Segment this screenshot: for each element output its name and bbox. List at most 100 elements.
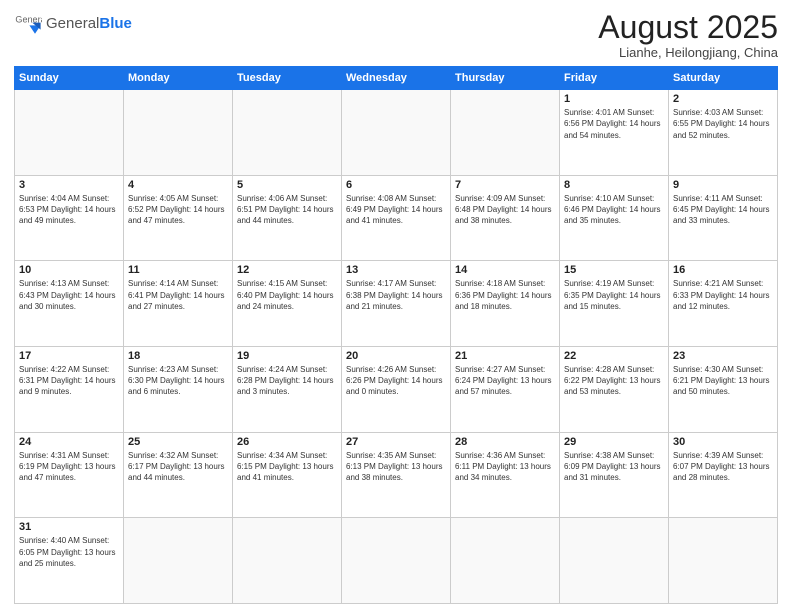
calendar-cell — [342, 518, 451, 604]
calendar-cell: 10 Sunrise: 4:13 AM Sunset: 6:43 PM Dayli… — [15, 261, 124, 347]
calendar-cell: 2Sunrise: 4:03 AM Sunset: 6:55 PM Daylig… — [669, 90, 778, 176]
page: General GeneralBlue August 2025 Lianhe, … — [0, 0, 792, 612]
day-number: 7 — [455, 179, 555, 191]
day-info: Sunrise: 4:08 AM Sunset: 6:49 PM Dayligh… — [346, 193, 446, 227]
calendar-cell: 13Sunrise: 4:17 AM Sunset: 6:38 PM Dayli… — [342, 261, 451, 347]
day-info: Sunrise: 4:06 AM Sunset: 6:51 PM Dayligh… — [237, 193, 337, 227]
day-number: 1 — [564, 93, 664, 105]
day-info: Sunrise: 4:19 AM Sunset: 6:35 PM Dayligh… — [564, 278, 664, 312]
day-info: Sunrise: 4:21 AM Sunset: 6:33 PM Dayligh… — [673, 278, 773, 312]
generalblue-logo-icon: General — [14, 10, 42, 38]
calendar-cell — [342, 90, 451, 176]
header-friday: Friday — [560, 67, 669, 90]
logo: General GeneralBlue — [14, 10, 132, 38]
calendar-cell: 4Sunrise: 4:05 AM Sunset: 6:52 PM Daylig… — [124, 175, 233, 261]
day-info: Sunrise: 4:40 AM Sunset: 6:05 PM Dayligh… — [19, 535, 119, 569]
day-number: 30 — [673, 436, 773, 448]
day-number: 25 — [128, 436, 228, 448]
calendar-cell: 25Sunrise: 4:32 AM Sunset: 6:17 PM Dayli… — [124, 432, 233, 518]
calendar-cell — [124, 90, 233, 176]
day-number: 29 — [564, 436, 664, 448]
day-info: Sunrise: 4:22 AM Sunset: 6:31 PM Dayligh… — [19, 364, 119, 398]
day-info: Sunrise: 4:34 AM Sunset: 6:15 PM Dayligh… — [237, 450, 337, 484]
calendar-cell: 14 Sunrise: 4:18 AM Sunset: 6:36 PM Dayli… — [451, 261, 560, 347]
day-info: Sunrise: 4:30 AM Sunset: 6:21 PM Dayligh… — [673, 364, 773, 398]
day-info: Sunrise: 4:24 AM Sunset: 6:28 PM Dayligh… — [237, 364, 337, 398]
day-number: 20 — [346, 350, 446, 362]
title-block: August 2025 Lianhe, Heilongjiang, China — [598, 10, 778, 60]
calendar-cell: 9Sunrise: 4:11 AM Sunset: 6:45 PM Daylig… — [669, 175, 778, 261]
day-info: Sunrise: 4:14 AM Sunset: 6:41 PM Dayligh… — [128, 278, 228, 312]
day-number: 22 — [564, 350, 664, 362]
day-number: 18 — [128, 350, 228, 362]
calendar-cell — [451, 90, 560, 176]
day-number: 23 — [673, 350, 773, 362]
day-number: 5 — [237, 179, 337, 191]
day-number: 14 — [455, 264, 555, 276]
month-title: August 2025 — [598, 10, 778, 45]
day-info: Sunrise: 4:01 AM Sunset: 6:56 PM Dayligh… — [564, 107, 664, 141]
calendar-cell: 27 Sunrise: 4:35 AM Sunset: 6:13 PM Dayli… — [342, 432, 451, 518]
calendar-cell — [451, 518, 560, 604]
header-tuesday: Tuesday — [233, 67, 342, 90]
logo-blue-text: Blue — [99, 15, 132, 32]
calendar-table: Sunday Monday Tuesday Wednesday Thursday… — [14, 66, 778, 604]
day-number: 24 — [19, 436, 119, 448]
header-monday: Monday — [124, 67, 233, 90]
day-info: Sunrise: 4:31 AM Sunset: 6:19 PM Dayligh… — [19, 450, 119, 484]
day-number: 27 — [346, 436, 446, 448]
calendar-cell: 11 Sunrise: 4:14 AM Sunset: 6:41 PM Dayli… — [124, 261, 233, 347]
header-sunday: Sunday — [15, 67, 124, 90]
day-info: Sunrise: 4:23 AM Sunset: 6:30 PM Dayligh… — [128, 364, 228, 398]
calendar-cell: 24 Sunrise: 4:31 AM Sunset: 6:19 PM Dayli… — [15, 432, 124, 518]
day-number: 10 — [19, 264, 119, 276]
day-info: Sunrise: 4:15 AM Sunset: 6:40 PM Dayligh… — [237, 278, 337, 312]
weekday-header-row: Sunday Monday Tuesday Wednesday Thursday… — [15, 67, 778, 90]
calendar-cell: 1 Sunrise: 4:01 AM Sunset: 6:56 PM Daylig… — [560, 90, 669, 176]
calendar-cell — [233, 90, 342, 176]
calendar-cell: 20 Sunrise: 4:26 AM Sunset: 6:26 PM Dayli… — [342, 347, 451, 433]
day-info: Sunrise: 4:13 AM Sunset: 6:43 PM Dayligh… — [19, 278, 119, 312]
day-info: Sunrise: 4:09 AM Sunset: 6:48 PM Dayligh… — [455, 193, 555, 227]
day-number: 31 — [19, 521, 119, 533]
day-info: Sunrise: 4:18 AM Sunset: 6:36 PM Dayligh… — [455, 278, 555, 312]
calendar-cell: 6 Sunrise: 4:08 AM Sunset: 6:49 PM Daylig… — [342, 175, 451, 261]
day-number: 17 — [19, 350, 119, 362]
day-info: Sunrise: 4:03 AM Sunset: 6:55 PM Dayligh… — [673, 107, 773, 141]
day-number: 12 — [237, 264, 337, 276]
day-info: Sunrise: 4:17 AM Sunset: 6:38 PM Dayligh… — [346, 278, 446, 312]
day-number: 15 — [564, 264, 664, 276]
day-number: 28 — [455, 436, 555, 448]
day-number: 6 — [346, 179, 446, 191]
day-number: 9 — [673, 179, 773, 191]
day-number: 8 — [564, 179, 664, 191]
calendar-cell: 21 Sunrise: 4:27 AM Sunset: 6:24 PM Dayli… — [451, 347, 560, 433]
calendar-cell: 26 Sunrise: 4:34 AM Sunset: 6:15 PM Dayli… — [233, 432, 342, 518]
day-info: Sunrise: 4:26 AM Sunset: 6:26 PM Dayligh… — [346, 364, 446, 398]
day-number: 19 — [237, 350, 337, 362]
day-info: Sunrise: 4:10 AM Sunset: 6:46 PM Dayligh… — [564, 193, 664, 227]
day-info: Sunrise: 4:35 AM Sunset: 6:13 PM Dayligh… — [346, 450, 446, 484]
day-info: Sunrise: 4:28 AM Sunset: 6:22 PM Dayligh… — [564, 364, 664, 398]
day-number: 21 — [455, 350, 555, 362]
header-wednesday: Wednesday — [342, 67, 451, 90]
day-info: Sunrise: 4:36 AM Sunset: 6:11 PM Dayligh… — [455, 450, 555, 484]
day-number: 26 — [237, 436, 337, 448]
day-number: 16 — [673, 264, 773, 276]
calendar-cell: 5 Sunrise: 4:06 AM Sunset: 6:51 PM Daylig… — [233, 175, 342, 261]
calendar-cell: 23 Sunrise: 4:30 AM Sunset: 6:21 PM Dayli… — [669, 347, 778, 433]
day-info: Sunrise: 4:38 AM Sunset: 6:09 PM Dayligh… — [564, 450, 664, 484]
calendar-cell: 12 Sunrise: 4:15 AM Sunset: 6:40 PM Dayli… — [233, 261, 342, 347]
calendar-cell — [15, 90, 124, 176]
calendar-cell — [560, 518, 669, 604]
calendar-cell: 3Sunrise: 4:04 AM Sunset: 6:53 PM Daylig… — [15, 175, 124, 261]
calendar-cell: 19 Sunrise: 4:24 AM Sunset: 6:28 PM Dayli… — [233, 347, 342, 433]
day-info: Sunrise: 4:05 AM Sunset: 6:52 PM Dayligh… — [128, 193, 228, 227]
day-info: Sunrise: 4:04 AM Sunset: 6:53 PM Dayligh… — [19, 193, 119, 227]
header: General GeneralBlue August 2025 Lianhe, … — [14, 10, 778, 60]
day-info: Sunrise: 4:27 AM Sunset: 6:24 PM Dayligh… — [455, 364, 555, 398]
calendar-cell: 16 Sunrise: 4:21 AM Sunset: 6:33 PM Dayli… — [669, 261, 778, 347]
calendar-cell: 30Sunrise: 4:39 AM Sunset: 6:07 PM Dayli… — [669, 432, 778, 518]
day-number: 11 — [128, 264, 228, 276]
calendar-cell — [669, 518, 778, 604]
